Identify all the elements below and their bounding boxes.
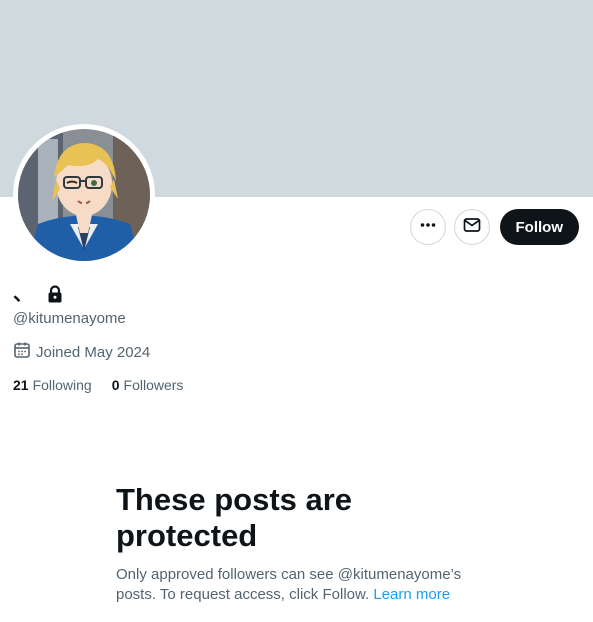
profile-handle: @kitumenayome (13, 310, 126, 327)
learn-more-link[interactable]: Learn more (373, 586, 450, 603)
followers-count: 0 (111, 377, 120, 393)
message-button[interactable] (453, 209, 490, 245)
mail-icon (463, 216, 481, 239)
avatar[interactable] (18, 129, 150, 261)
profile-actions: Follow (409, 209, 579, 245)
followers-link[interactable]: 0 Followers (112, 376, 184, 394)
protected-notice: These posts are protected Only approved … (116, 482, 486, 605)
following-label: Following (32, 377, 92, 393)
calendar-icon (13, 341, 31, 365)
protected-title: These posts are protected (116, 482, 353, 553)
profile-page: Follow 、 @kitumenayome Joined May 2024 2… (0, 0, 593, 622)
followers-label: Followers (123, 377, 184, 393)
follow-button[interactable]: Follow (499, 209, 579, 245)
more-horizontal-icon (419, 216, 437, 239)
following-link[interactable]: 21 Following (13, 376, 92, 394)
lock-icon[interactable] (47, 285, 63, 303)
protected-description-block: Only approved followers can see @kitumen… (116, 565, 486, 605)
profile-name-row: 、 (13, 282, 63, 306)
joined-text: Joined May 2024 (36, 344, 151, 361)
more-button[interactable] (409, 209, 446, 245)
display-name: 、 (13, 283, 33, 305)
profile-stats: 21 Following 0 Followers (13, 376, 183, 394)
following-count: 21 (13, 377, 29, 393)
joined-date: Joined May 2024 (13, 341, 150, 365)
